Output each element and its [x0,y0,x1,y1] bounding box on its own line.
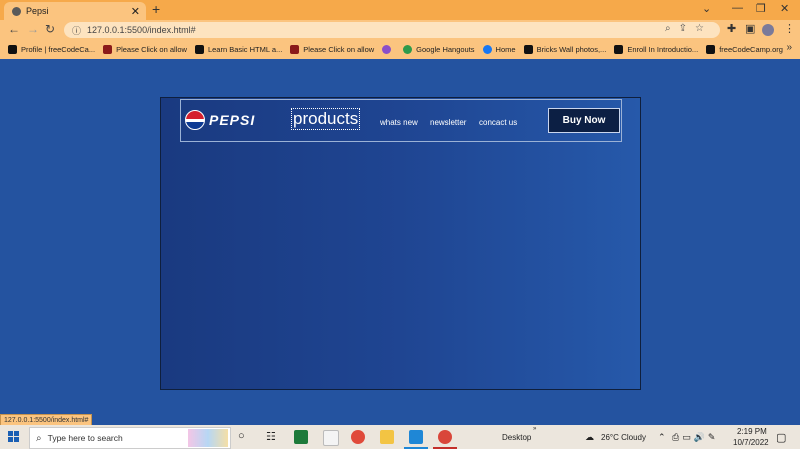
chrome-icon[interactable] [351,430,365,444]
nav-contact-link[interactable]: concact us [479,118,517,127]
bookmark-favicon-icon [706,45,716,54]
bookmark-item[interactable]: Home [482,45,516,54]
new-tab-button[interactable]: + [152,1,160,17]
hero-card: PEPSI products whats new newsletter conc… [160,97,641,390]
bookmark-favicon-icon [290,45,300,54]
more-icon[interactable]: » [533,426,536,432]
bookmark-favicon-icon [194,45,204,54]
nav-newsletter-link[interactable]: newsletter [430,118,466,127]
address-bar[interactable]: ⓘ 127.0.0.1:5500/index.html# ⌕⇪☆ [64,22,720,38]
page-viewport: PEPSI products whats new newsletter conc… [0,59,800,425]
bookmark-item[interactable]: Google Hangouts [403,45,475,54]
bookmark-item[interactable]: Learn Basic HTML a... [194,45,282,54]
site-navbar: PEPSI products whats new newsletter conc… [180,99,622,142]
reload-icon[interactable]: ↻ [45,22,55,36]
tab-close-icon[interactable]: ✕ [131,5,140,18]
chrome-active-icon[interactable] [438,430,452,444]
browser-tab[interactable]: Pepsi ✕ [4,2,146,20]
notifications-icon[interactable]: ▢ [776,431,786,444]
bookmark-item[interactable] [382,45,395,54]
windows-taskbar: ⌕ Type here to search ○ ☷ Desktop » ☁ 26… [0,425,800,449]
tab-title: Pepsi [26,6,49,16]
desktop-toolbar[interactable]: Desktop [502,433,531,442]
tab-search-icon[interactable]: ⌄ [702,2,711,15]
extensions-icon[interactable]: ✚ [727,22,736,35]
weather-text[interactable]: 26°C Cloudy [601,433,646,442]
bookmark-favicon-icon [8,45,17,54]
address-bar-actions-icon[interactable]: ⌕⇪☆ [665,23,712,34]
menu-icon[interactable]: ⋮ [784,22,795,35]
bookmark-favicon-icon [103,45,113,54]
cloud-icon: ☁ [585,432,594,442]
bookmark-item[interactable]: Please Click on allow [103,45,187,54]
bookmark-item[interactable]: Bricks Wall photos,... [523,45,606,54]
info-icon[interactable]: ⓘ [72,24,81,37]
search-highlight-image [188,429,228,447]
minimize-button[interactable]: — [732,2,743,14]
bookmark-favicon-icon [614,45,624,54]
vscode-icon[interactable] [409,430,423,444]
bookmarks-bar: Profile | freeCodeCa... Please Click on … [0,40,800,59]
file-explorer-icon[interactable] [380,430,394,444]
hangouts-icon [403,45,413,54]
more-bookmarks-icon[interactable]: » [786,42,792,53]
nav-whats-new-link[interactable]: whats new [380,118,418,127]
bookmark-item[interactable]: Please Click on allow [290,45,374,54]
logo-text: PEPSI [209,112,256,128]
tray-arrow-icon[interactable]: ⌃ [658,432,666,443]
profile-avatar[interactable] [762,24,774,36]
clock-time[interactable]: 2:19 PM [737,427,767,436]
app-icon[interactable] [294,430,308,444]
bookmark-favicon-icon [382,45,392,54]
system-tray-icons[interactable]: ⎙▭🔊✎ [672,432,718,443]
url-text: 127.0.0.1:5500/index.html# [87,25,196,35]
search-placeholder: Type here to search [47,433,123,443]
tab-favicon-icon [12,6,21,16]
widgets-icon[interactable]: ☷ [266,430,276,443]
bookmark-item[interactable]: Profile | freeCodeCa... [8,45,95,54]
close-window-button[interactable]: ✕ [780,2,789,15]
browser-titlebar: Pepsi ✕ + ⌄ — ❐ ✕ [0,0,800,20]
bookmark-item[interactable]: freeCodeCamp.org [706,45,783,54]
clock-date[interactable]: 10/7/2022 [733,438,769,447]
pepsi-logo[interactable]: PEPSI [185,110,255,130]
search-icon: ⌕ [36,432,42,444]
forward-icon[interactable]: → [27,22,39,36]
buy-now-button[interactable]: Buy Now [548,108,620,133]
notepad-icon[interactable] [323,430,339,446]
taskbar-search-box[interactable]: ⌕ Type here to search [29,427,231,449]
task-view-icon[interactable]: ○ [238,430,245,442]
pepsi-globe-icon [185,110,205,130]
bookmark-item[interactable]: Enroll In Introductio... [614,45,698,54]
side-panel-icon[interactable]: ▣ [745,22,755,35]
restore-button[interactable]: ❐ [756,2,766,15]
bookmark-favicon-icon [523,45,533,54]
facebook-icon [482,45,492,54]
back-icon[interactable]: ← [8,22,20,36]
windows-start-icon[interactable] [8,431,19,442]
nav-products-link[interactable]: products [291,108,361,130]
